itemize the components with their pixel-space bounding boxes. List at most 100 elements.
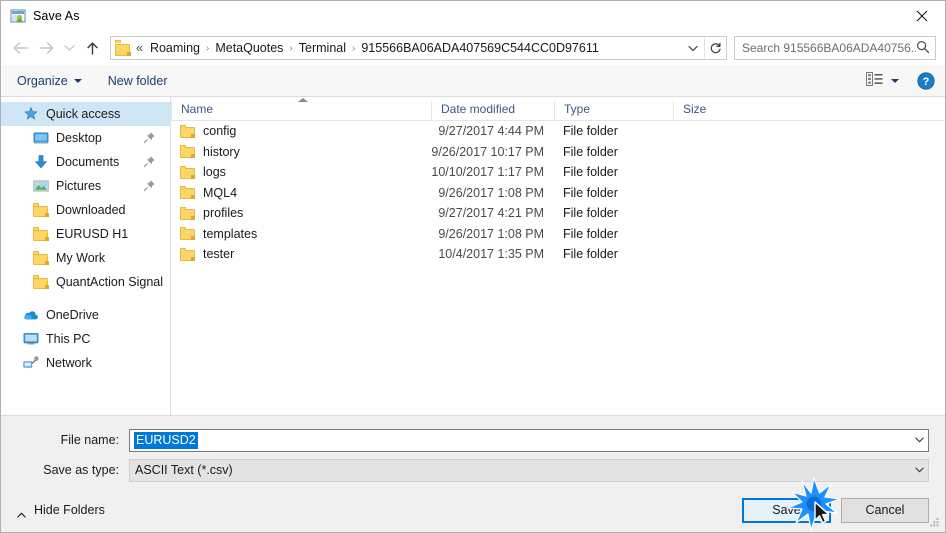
column-header-date-modified[interactable]: Date modified: [431, 101, 554, 120]
folder-icon: [180, 247, 195, 261]
folder-icon: [33, 226, 49, 242]
breadcrumb-overflow[interactable]: «: [134, 41, 145, 55]
close-icon[interactable]: [899, 1, 945, 31]
hide-folders-label: Hide Folders: [34, 503, 105, 517]
navigation-bar: « Roaming › MetaQuotes › Terminal › 9155…: [1, 31, 945, 65]
save-button[interactable]: Save: [742, 497, 831, 523]
sidebar-item-pictures[interactable]: Pictures: [1, 174, 170, 198]
file-name-label: history: [203, 144, 240, 159]
folder-icon: [180, 145, 195, 159]
search-icon[interactable]: [916, 40, 930, 57]
file-type-cell: File folder: [563, 144, 618, 159]
forward-arrow-icon[interactable]: [33, 35, 59, 61]
table-row[interactable]: config 9/27/2017 4:44 PM File folder: [171, 121, 945, 142]
svg-text:?: ?: [923, 76, 930, 88]
save-as-dialog: Save As « Roaming › MetaQuotes › Termina…: [0, 0, 946, 533]
chevron-down-icon[interactable]: [682, 37, 704, 59]
help-icon[interactable]: ?: [917, 71, 935, 90]
up-arrow-icon[interactable]: [79, 35, 105, 61]
table-row[interactable]: tester 10/4/2017 1:35 PM File folder: [171, 244, 945, 265]
save-form: File name: EURUSD2 Save as type: ASCII T…: [1, 415, 945, 488]
sidebar-item-my-work[interactable]: My Work: [1, 246, 170, 270]
this-pc-icon: [23, 331, 39, 347]
breadcrumb-item-terminal[interactable]: Terminal: [294, 41, 351, 55]
file-name-input[interactable]: EURUSD2: [129, 428, 929, 452]
folder-icon: [180, 124, 195, 138]
save-as-icon: [10, 8, 26, 24]
search-input[interactable]: Search 915566BA06ADA40756...: [734, 36, 936, 60]
view-layout-icon: [866, 72, 883, 89]
onedrive-cloud-icon: [23, 307, 39, 323]
sidebar-item-label: OneDrive: [46, 308, 99, 322]
new-folder-button[interactable]: New folder: [108, 74, 168, 88]
sidebar-item-label: Pictures: [56, 179, 102, 193]
file-date-cell: 10/4/2017 1:35 PM: [438, 247, 544, 262]
table-row[interactable]: history 9/26/2017 10:17 PM File folder: [171, 142, 945, 163]
sidebar-item-downloaded[interactable]: Downloaded: [1, 198, 170, 222]
file-date-cell: 10/10/2017 1:17 PM: [431, 165, 544, 180]
file-name-cell: config: [171, 124, 431, 138]
column-header-name[interactable]: Name: [171, 101, 431, 120]
pin-icon[interactable]: [143, 155, 156, 168]
sidebar-item-label: Documents: [56, 155, 120, 169]
refresh-icon[interactable]: [704, 37, 726, 59]
sidebar-item-documents[interactable]: Documents: [1, 150, 170, 174]
sidebar-item-network[interactable]: Network: [1, 351, 170, 375]
sidebar-item-this-pc[interactable]: This PC: [1, 327, 170, 351]
file-name-label: tester: [203, 247, 235, 262]
file-name-cell: history: [171, 145, 431, 159]
breadcrumb-item-guid[interactable]: 915566BA06ADA407569C544CC0D97611: [356, 41, 603, 55]
save-as-type-label: Save as type:: [43, 463, 119, 477]
sidebar-item-label: Downloaded: [56, 203, 126, 217]
column-header-size[interactable]: Size: [673, 101, 753, 120]
pin-icon[interactable]: [143, 179, 156, 192]
file-type-cell: File folder: [563, 165, 618, 180]
table-row[interactable]: profiles 9/27/2017 4:21 PM File folder: [171, 203, 945, 224]
pin-icon[interactable]: [143, 131, 156, 144]
file-type-cell: File folder: [563, 247, 618, 262]
address-bar[interactable]: « Roaming › MetaQuotes › Terminal › 9155…: [110, 36, 727, 60]
chevron-down-icon[interactable]: [911, 460, 928, 481]
sidebar-item-label: Desktop: [56, 131, 102, 145]
desktop-icon: [33, 130, 49, 146]
column-header-type[interactable]: Type: [554, 101, 673, 120]
sidebar-item-desktop[interactable]: Desktop: [1, 126, 170, 150]
dialog-footer: Hide Folders Save Cancel: [1, 488, 945, 532]
sidebar-item-quantaction-signal[interactable]: QuantAction Signal: [1, 270, 170, 294]
search-placeholder: Search 915566BA06ADA40756...: [742, 41, 916, 55]
file-type-cell: File folder: [563, 206, 618, 221]
organize-button[interactable]: Organize: [17, 74, 82, 88]
table-row[interactable]: templates 9/26/2017 1:08 PM File folder: [171, 224, 945, 245]
file-date-cell: 9/26/2017 1:08 PM: [438, 185, 544, 200]
file-list-pane: Name Date modified Type Size config 9/27…: [171, 97, 945, 415]
file-name-cell: logs: [171, 165, 431, 179]
file-name-label: profiles: [203, 206, 244, 221]
hide-folders-button[interactable]: Hide Folders: [17, 503, 105, 518]
file-name-label: templates: [203, 226, 258, 241]
file-type-cell: File folder: [563, 185, 618, 200]
save-as-type-select[interactable]: ASCII Text (*.csv): [129, 458, 929, 482]
sidebar-item-quick-access[interactable]: Quick access: [1, 102, 170, 126]
network-icon: [23, 355, 39, 371]
sidebar-item-onedrive[interactable]: OneDrive: [1, 303, 170, 327]
breadcrumb-item-metaquotes[interactable]: MetaQuotes: [210, 41, 288, 55]
back-arrow-icon[interactable]: [7, 35, 33, 61]
file-name-label: File name:: [60, 433, 119, 447]
cancel-button-label: Cancel: [865, 503, 905, 517]
sidebar-item-eurusd-h1[interactable]: EURUSD H1: [1, 222, 170, 246]
breadcrumb-item-roaming[interactable]: Roaming: [145, 41, 205, 55]
file-name-cell: MQL4: [171, 186, 431, 200]
sidebar-item-label: This PC: [46, 332, 91, 346]
folder-icon: [33, 250, 49, 266]
resize-grip-icon[interactable]: [928, 516, 940, 528]
file-date-cell: 9/27/2017 4:44 PM: [438, 124, 544, 139]
recent-locations-chevron-icon[interactable]: [59, 35, 79, 61]
cancel-button[interactable]: Cancel: [841, 497, 929, 523]
view-options-button[interactable]: [866, 72, 899, 89]
save-button-label: Save: [772, 503, 801, 517]
table-row[interactable]: MQL4 9/26/2017 1:08 PM File folder: [171, 183, 945, 204]
folder-icon: [33, 202, 49, 218]
file-name-label: config: [203, 124, 237, 139]
chevron-down-icon[interactable]: [911, 430, 928, 451]
table-row[interactable]: logs 10/10/2017 1:17 PM File folder: [171, 162, 945, 183]
